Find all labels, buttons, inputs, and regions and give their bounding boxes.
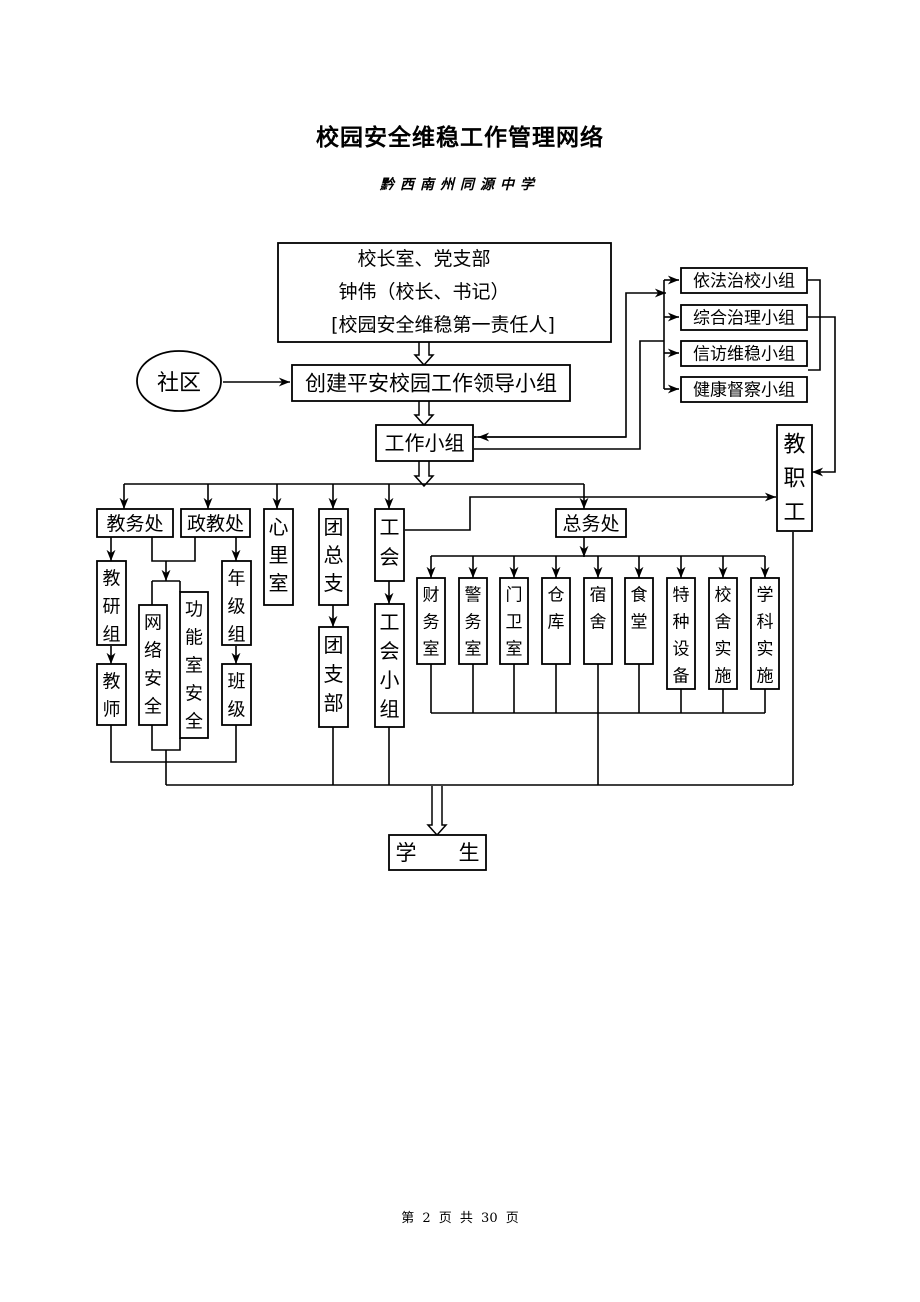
principal-name-line2: 钟伟（校长、书记） — [338, 281, 509, 303]
double-arrow-top-to-leading — [413, 342, 435, 367]
side-groups-right-bracket — [808, 279, 821, 371]
general-unit-box-1-label: 警务室 — [465, 585, 482, 659]
general-affairs-box-label: 总务处 — [562, 513, 619, 535]
org-chart: 校长室、党支部钟伟（校长、书记） [校园安全维稳第一责任人] 社区 创建平安校园工作领… — [96, 242, 836, 871]
grade-group-box-label: 年级组 — [228, 568, 246, 645]
double-arrow-to-students — [426, 786, 448, 837]
side-group-box-0-label: 依法治校小组 — [693, 272, 795, 292]
safety-bottom-join — [151, 725, 181, 751]
academic-political-join — [151, 537, 196, 562]
league-branch-box-label: 团支部 — [324, 633, 344, 715]
leading-group-box-label: 创建平安校园工作领导小组 — [305, 372, 557, 396]
community-label: 社区 — [157, 371, 201, 396]
staff-box-label: 教职工 — [783, 433, 805, 526]
principal-office-line1: 校长室、党支部 — [357, 248, 490, 270]
page-footer: 第 2 页 共 30 页 — [401, 1211, 519, 1226]
general-unit-box-0-label: 财务室 — [423, 585, 440, 659]
psych-room-box-label: 心里室 — [269, 515, 289, 595]
general-unit-box-2-label: 门卫室 — [506, 585, 523, 659]
safety-responsible-line3: [校园安全维稳第一责任人] — [331, 314, 555, 336]
academic-affairs-box-label: 教务处 — [106, 513, 163, 535]
side-group-box-2-label: 信访维稳小组 — [693, 345, 795, 365]
lab-safety-box-label: 功能室安全 — [185, 599, 203, 732]
students-box-label: 学 生 — [396, 841, 480, 865]
double-arrow-leading-to-work — [413, 401, 435, 427]
teacher-class-join — [110, 725, 237, 763]
side-group-box-3-label: 健康督察小组 — [693, 381, 795, 401]
work-group-box-label: 工作小组 — [385, 431, 465, 455]
teaching-research-box-label: 教研组 — [103, 568, 121, 645]
side-group-box-1-label: 综合治理小组 — [693, 309, 795, 329]
league-general-box-label: 团总支 — [324, 515, 344, 595]
political-affairs-box-label: 政教处 — [187, 513, 244, 535]
double-arrow-work-to-depts — [413, 461, 435, 488]
